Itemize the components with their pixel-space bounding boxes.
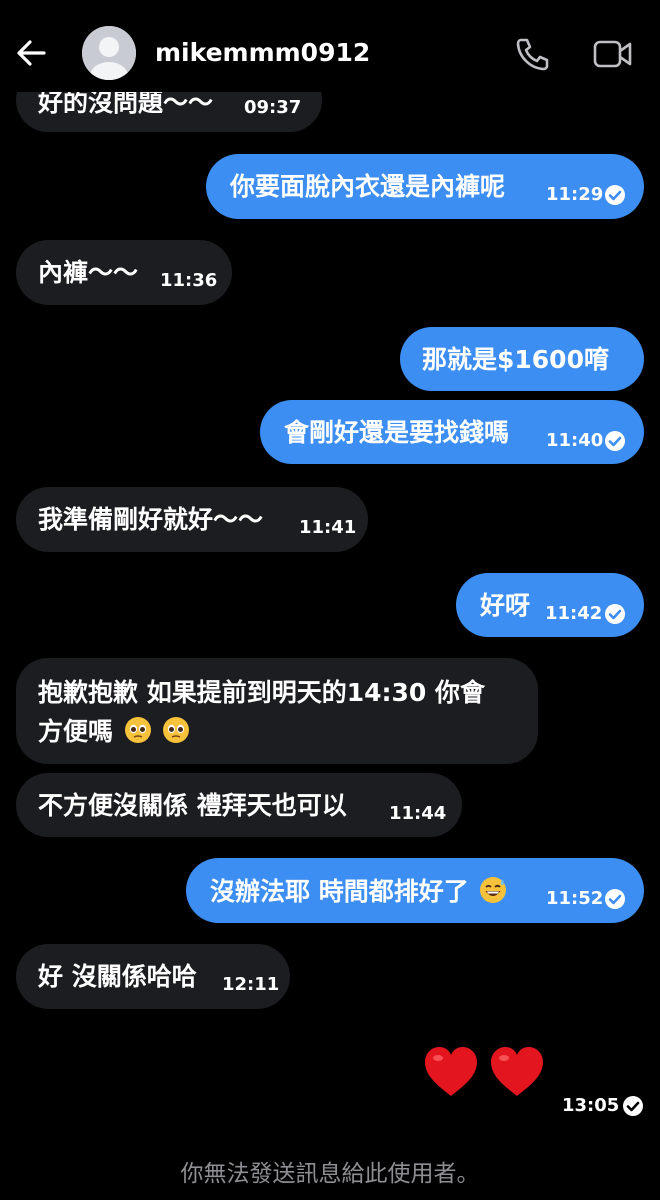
read-check-icon — [623, 1096, 643, 1116]
message-text: 那就是$1600唷 — [422, 345, 609, 374]
message-time: 11:42 — [545, 603, 603, 624]
message-text-line-2-wrap: 方便嗎 — [38, 714, 190, 749]
message-bubble-incoming[interactable]: 抱歉抱歉 如果提前到明天的14:30 你會 方便嗎 — [16, 658, 538, 764]
chat-screen: mikemmm0912 好的沒問題～～ 09:37 你要面脫內衣還是內褲呢 11… — [0, 0, 660, 1200]
read-check-icon — [605, 431, 625, 451]
message-text: 沒辦法耶 時間都排好了 — [210, 877, 469, 906]
message-text: 你要面脫內衣還是內褲呢 — [230, 172, 506, 201]
message-bubble-outgoing[interactable]: 好呀 11:42 — [456, 573, 644, 637]
message-text: 不方便沒關係 禮拜天也可以 — [38, 791, 347, 820]
message-time: 09:37 — [244, 97, 302, 118]
message-bubble-outgoing[interactable]: 沒辦法耶 時間都排好了 11:52 — [186, 858, 644, 923]
pleading-face-icon — [124, 717, 151, 743]
message-bubble-incoming[interactable]: 好 沒關係哈哈 12:11 — [16, 944, 290, 1009]
read-check-icon — [605, 889, 625, 909]
chat-username[interactable]: mikemmm0912 — [155, 38, 370, 67]
message-bubble-outgoing[interactable]: 那就是$1600唷 — [400, 327, 644, 391]
message-time: 11:29 — [546, 184, 604, 205]
message-time: 12:11 — [222, 974, 280, 995]
message-text-wrap: 沒辦法耶 時間都排好了 — [210, 874, 507, 909]
message-text: 內褲～～ — [38, 258, 139, 287]
read-check-icon — [605, 604, 625, 624]
video-call-icon[interactable] — [592, 38, 634, 70]
message-bubble-outgoing[interactable]: 會剛好還是要找錢嗎 11:40 — [260, 400, 644, 464]
message-bubble-incoming[interactable]: 不方便沒關係 禮拜天也可以 11:44 — [16, 773, 462, 837]
blocked-notice: 你無法發送訊息給此使用者。 — [180, 1161, 480, 1187]
message-text: 我準備剛好就好～～ — [38, 505, 264, 534]
message-time: 11:36 — [160, 270, 218, 291]
message-text-line-2: 方便嗎 — [38, 717, 114, 746]
message-bubble-incoming[interactable]: 我準備剛好就好～～ 11:41 — [16, 487, 368, 552]
avatar[interactable] — [82, 26, 136, 80]
pleading-face-icon — [163, 717, 190, 743]
message-bubble-incoming[interactable]: 內褲～～ 11:36 — [16, 240, 232, 305]
message-time: 11:52 — [546, 888, 604, 909]
message-text: 好 沒關係哈哈 — [38, 962, 197, 991]
message-bubble-outgoing[interactable]: 你要面脫內衣還是內褲呢 11:29 — [206, 154, 644, 219]
message-text-line-1: 抱歉抱歉 如果提前到明天的14:30 你會 — [38, 678, 485, 707]
message-time: 11:40 — [546, 430, 604, 451]
heart-icon — [425, 1047, 477, 1096]
message-text: 會剛好還是要找錢嗎 — [284, 418, 510, 447]
message-time: 11:44 — [389, 803, 447, 824]
message-time: 13:05 — [562, 1095, 620, 1116]
back-arrow-icon[interactable] — [14, 36, 54, 70]
phone-call-icon[interactable] — [512, 36, 552, 72]
grinning-sweat-face-icon — [480, 877, 507, 903]
message-time: 11:41 — [299, 517, 357, 538]
heart-icon — [491, 1047, 543, 1096]
message-text: 好呀 — [480, 591, 531, 620]
chat-header: mikemmm0912 — [0, 0, 660, 92]
read-check-icon — [605, 185, 625, 205]
heart-emoji-message[interactable] — [420, 1044, 550, 1106]
